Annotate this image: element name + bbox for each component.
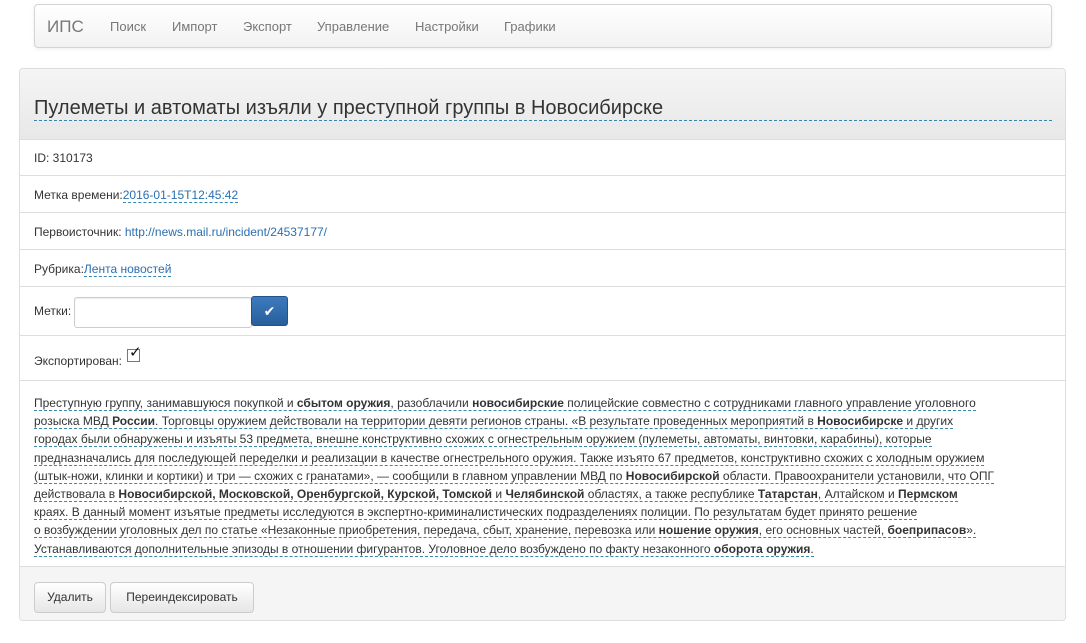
article-line-text: Устанавливаются дополнительные эпизоды в… [34, 541, 814, 557]
article-text: и [492, 487, 506, 502]
keyword-highlight: боеприпасов [887, 523, 967, 538]
timestamp-value[interactable]: 2016-01-15T12:45:42 [122, 188, 239, 203]
source-row: Первоисточник: http://news.mail.ru/incid… [20, 213, 1065, 250]
page-title[interactable]: Пулеметы и автоматы изъяли у преступной … [34, 96, 1052, 121]
rubric-field: Рубрика:Лента новостей [34, 262, 172, 277]
keyword-highlight: Челябинской [505, 487, 585, 502]
article-body: Преступную группу, занимавшуюся покупкой… [34, 394, 1044, 558]
save-tags-button[interactable]: ✔ [251, 296, 288, 326]
article-text: Устанавливаются дополнительные эпизоды в… [34, 541, 714, 556]
keyword-highlight: Пермском [898, 487, 958, 502]
article-text: ». [966, 523, 977, 538]
keyword-highlight: оборота оружия [713, 541, 811, 556]
source-field: Первоисточник: http://news.mail.ru/incid… [34, 225, 327, 239]
article-text: о возбуждении уголовных дел по статье «Н… [34, 523, 659, 538]
article-line-text: действовала в Новосибирской, Московской,… [34, 487, 958, 503]
panel-footer: Удалить Переиндексировать [20, 566, 1065, 620]
article-text: (штык-ножи, клинки и кортики) и три — сх… [34, 468, 626, 483]
article-text: , его основных частей, [758, 523, 888, 538]
nav-charts[interactable]: Графики [504, 19, 556, 34]
checkmark-icon: ✔ [263, 303, 276, 319]
article-text: . [810, 541, 814, 556]
tags-input[interactable] [74, 297, 252, 328]
article-line-text: краях. В данный момент изъятые предметы … [34, 505, 918, 521]
article-text: полицейские совместно с сотрудниками гла… [563, 396, 976, 410]
navbar: ИПС Поиск Импорт Экспорт Управление Наст… [34, 4, 1052, 48]
timestamp-row: Метка времени:2016-01-15T12:45:42 [20, 176, 1065, 213]
article-line-text: предназначались для последующей переделк… [34, 450, 985, 466]
article-line: городах были обнаружены и изъяты 53 пред… [34, 430, 1044, 448]
article-line-text: розыска МВД России. Торговцы оружием дей… [34, 414, 954, 430]
article-text: городах были обнаружены и изъяты 53 пред… [34, 432, 932, 447]
panel-heading: Пулеметы и автоматы изъяли у преступной … [20, 69, 1065, 140]
nav-settings[interactable]: Настройки [415, 19, 479, 34]
exported-checkbox[interactable]: ✓ [127, 345, 142, 362]
article-text: краях. В данный момент изъятые предметы … [34, 505, 918, 520]
keyword-highlight: Новосибирской [625, 468, 720, 483]
keyword-highlight: Татарстан [757, 487, 818, 502]
reindex-button[interactable]: Переиндексировать [110, 582, 254, 613]
article-line: (штык-ножи, клинки и кортики) и три — сх… [34, 467, 1044, 485]
article-text: , разоблачили [390, 396, 473, 410]
timestamp-label: Метка времени: [34, 188, 123, 202]
keyword-highlight: новосибирские [472, 396, 564, 410]
document-panel: Пулеметы и автоматы изъяли у преступной … [19, 68, 1066, 621]
brand-link[interactable]: ИПС [47, 17, 84, 37]
article-text: области. Правоохранители установили, что… [719, 468, 994, 483]
article-line: о возбуждении уголовных дел по статье «Н… [34, 521, 1044, 539]
rubric-value[interactable]: Лента новостей [83, 262, 172, 277]
article-line-text: Преступную группу, занимавшуюся покупкой… [34, 396, 976, 411]
article-line-text: (штык-ножи, клинки и кортики) и три — сх… [34, 468, 994, 484]
id-row: ID: 310173 [20, 139, 1065, 176]
nav-import[interactable]: Импорт [172, 19, 217, 34]
check-mark-icon: ✓ [129, 344, 142, 361]
article-text: областях, а также республике [584, 487, 758, 502]
article-line: Преступную группу, занимавшуюся покупкой… [34, 394, 1044, 412]
nav-export[interactable]: Экспорт [243, 19, 292, 34]
keyword-highlight: Новосибирске [817, 414, 904, 429]
nav-search[interactable]: Поиск [110, 19, 146, 34]
rubric-row: Рубрика:Лента новостей [20, 250, 1065, 287]
article-text: , Алтайском и [817, 487, 899, 502]
rubric-label: Рубрика: [34, 262, 84, 276]
exported-label: Экспортирован: [34, 354, 123, 368]
article-text: предназначались для последующей переделк… [34, 450, 985, 465]
exported-row: Экспортирован: ✓ [20, 336, 1065, 381]
article-text: и других [903, 414, 954, 429]
article-text: розыска МВД [34, 414, 113, 429]
tags-row: Метки: ✔ [20, 287, 1065, 336]
tags-label: Метки: [34, 304, 72, 318]
keyword-highlight: ношение оружия [658, 523, 759, 538]
source-label: Первоисточник: [34, 225, 122, 239]
article-line: Устанавливаются дополнительные эпизоды в… [34, 540, 1044, 558]
article-line: краях. В данный момент изъятые предметы … [34, 503, 1044, 521]
keyword-highlight: Новосибирской, Московской, Оренбургской,… [118, 487, 493, 502]
keyword-highlight: России [112, 414, 156, 429]
article-line: розыска МВД России. Торговцы оружием дей… [34, 412, 1044, 430]
article-line: действовала в Новосибирской, Московской,… [34, 485, 1044, 503]
article-line-text: городах были обнаружены и изъяты 53 пред… [34, 432, 932, 448]
keyword-highlight: сбытом оружия [296, 396, 391, 410]
delete-button[interactable]: Удалить [34, 582, 106, 613]
nav-management[interactable]: Управление [317, 19, 389, 34]
id-text: ID: 310173 [34, 151, 93, 165]
article-line-text: о возбуждении уголовных дел по статье «Н… [34, 523, 977, 539]
timestamp-field: Метка времени:2016-01-15T12:45:42 [34, 188, 239, 203]
article-text: Преступную группу, занимавшуюся покупкой… [34, 396, 297, 410]
article-line: предназначались для последующей переделк… [34, 449, 1044, 467]
article-text: . Торговцы оружием действовали на террит… [155, 414, 818, 429]
article-text: действовала в [34, 487, 119, 502]
source-link[interactable]: http://news.mail.ru/incident/24537177/ [125, 225, 327, 239]
